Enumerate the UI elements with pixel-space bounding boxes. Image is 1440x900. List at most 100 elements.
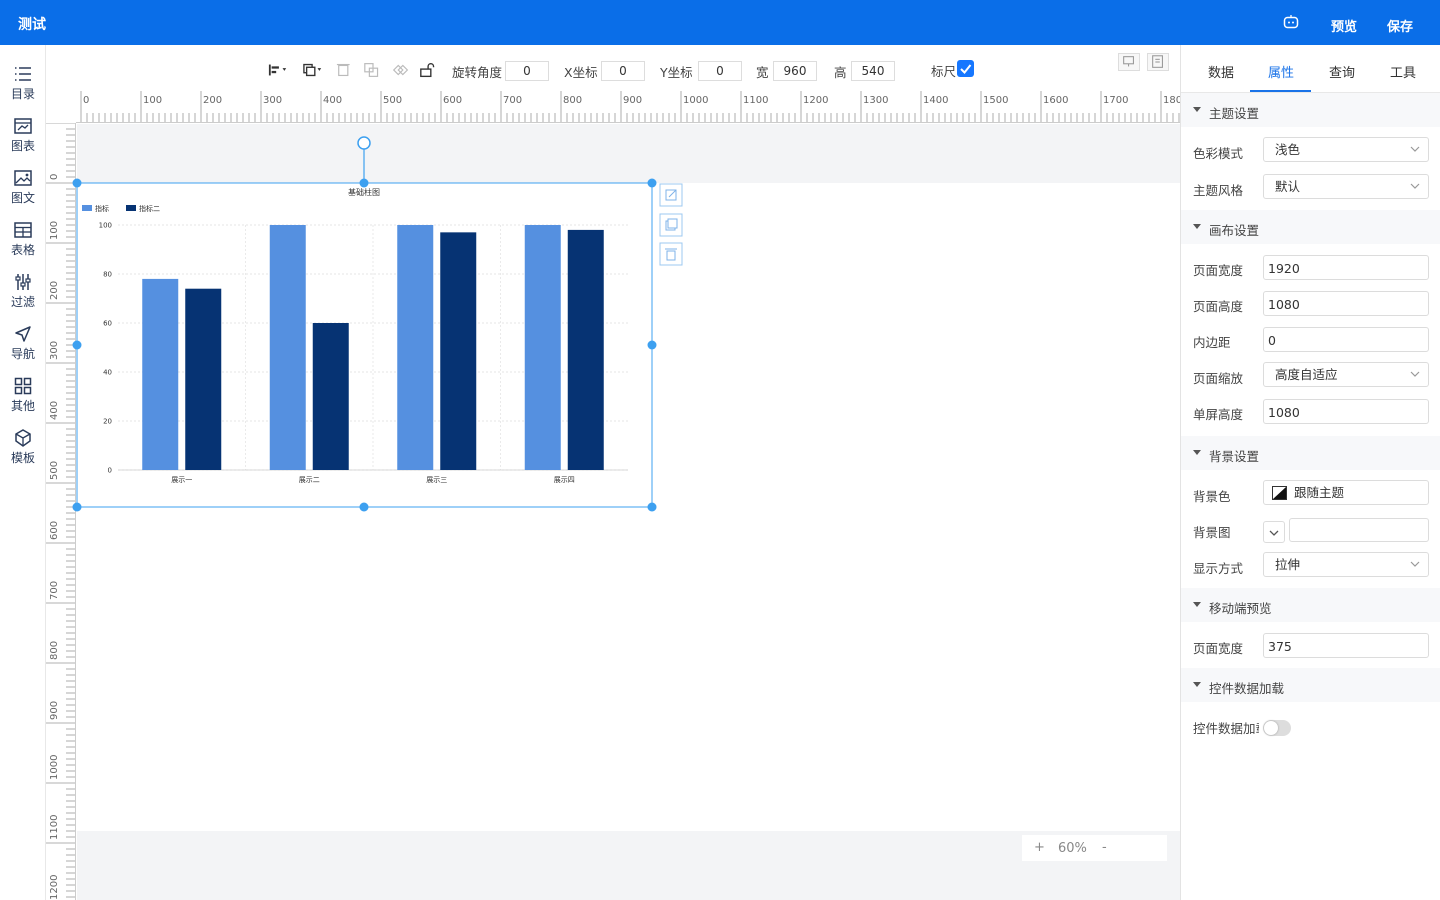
page-toggle-button[interactable] <box>1147 53 1169 71</box>
page-scale-select[interactable]: 高度自适应 <box>1263 362 1429 387</box>
page-width-label: 页面宽度 <box>1193 263 1244 278</box>
section-title: 主题设置 <box>1209 106 1260 121</box>
ruler-label: 1000 <box>49 755 60 780</box>
sidebar-item-label: 表格 <box>10 243 35 257</box>
ruler-label: 600 <box>49 521 60 540</box>
bg-color-label: 背景色 <box>1193 489 1231 504</box>
bg-image-dropdown[interactable] <box>1263 521 1285 543</box>
tab-data[interactable]: 数据 <box>1208 62 1234 81</box>
section-mobile-preview[interactable]: 移动端预览 <box>1181 588 1440 622</box>
filter-icon <box>15 274 31 290</box>
ruler-label: 1400 <box>923 95 948 106</box>
ruler-label: 1600 <box>1043 95 1068 106</box>
section-background[interactable]: 背景设置 <box>1181 436 1440 470</box>
bg-color-value: 跟随主题 <box>1294 485 1345 500</box>
x-input[interactable]: 0 <box>601 61 645 81</box>
layer-icon[interactable] <box>303 62 323 78</box>
sidebar-item-template[interactable]: 模板 <box>0 428 46 476</box>
ruler-label: 600 <box>443 95 462 106</box>
template-icon <box>15 429 31 447</box>
ruler-label: 0 <box>83 95 89 106</box>
group-icon[interactable] <box>363 62 383 78</box>
screen-toggle-button[interactable] <box>1118 53 1140 71</box>
top-bar: 测试 预览 保存 <box>0 0 1440 45</box>
distribute-icon[interactable] <box>336 62 356 78</box>
tab-tools[interactable]: 工具 <box>1390 62 1416 81</box>
section-title: 控件数据加载 <box>1209 681 1285 696</box>
sidebar-item-catalog[interactable]: 目录 <box>0 64 46 112</box>
sidebar-item-label: 导航 <box>10 347 35 361</box>
sidebar-item-other[interactable]: 其他 <box>0 376 46 424</box>
height-input[interactable]: 540 <box>851 61 895 81</box>
ruler-label: 200 <box>49 281 60 300</box>
ungroup-icon[interactable] <box>391 62 411 78</box>
page-icon <box>1152 55 1163 68</box>
left-sidebar: 目录 图表 图文 表格 过滤 导航 其他 模板 <box>0 45 46 900</box>
theme-style-select[interactable]: 默认 <box>1263 174 1429 199</box>
canvas-area[interactable] <box>77 124 1180 900</box>
mobile-width-input[interactable]: 375 <box>1263 633 1429 658</box>
app-title: 测试 <box>18 17 46 33</box>
ruler-label: 800 <box>49 641 60 660</box>
theme-style-value: 默认 <box>1275 179 1301 194</box>
padding-label: 内边距 <box>1193 335 1231 350</box>
save-button[interactable]: 保存 <box>1387 16 1413 35</box>
list-icon <box>15 67 31 81</box>
display-mode-select[interactable]: 拉伸 <box>1263 552 1429 577</box>
sidebar-item-image-text[interactable]: 图文 <box>0 168 46 216</box>
preview-button[interactable]: 预览 <box>1331 16 1357 35</box>
tab-query[interactable]: 查询 <box>1329 62 1355 81</box>
padding-input[interactable]: 0 <box>1263 327 1429 352</box>
section-data-loading[interactable]: 控件数据加载 <box>1181 668 1440 702</box>
y-input[interactable]: 0 <box>698 61 742 81</box>
width-input[interactable]: 960 <box>773 61 817 81</box>
ruler-label: 1500 <box>983 95 1008 106</box>
color-mode-label: 色彩模式 <box>1193 146 1244 161</box>
zoom-control: + 60% - <box>1022 835 1167 861</box>
horizontal-ruler-ticks: 0 100 200 300 400 500 600 700 800 900 1000 1100 1200… <box>80 91 1180 122</box>
data-loading-toggle[interactable] <box>1263 720 1291 736</box>
chevron-down-icon <box>1410 146 1420 152</box>
align-icon[interactable] <box>268 62 288 78</box>
unlock-icon[interactable] <box>419 62 439 78</box>
zoom-in-button[interactable]: + <box>1034 840 1045 855</box>
rotation-input[interactable]: 0 <box>505 61 549 81</box>
collapse-icon <box>1193 682 1201 687</box>
collapse-icon <box>1193 224 1201 229</box>
bg-image-input[interactable] <box>1289 518 1429 542</box>
sidebar-item-chart[interactable]: 图表 <box>0 116 46 164</box>
section-title: 背景设置 <box>1209 449 1260 464</box>
color-mode-select[interactable]: 浅色 <box>1263 137 1429 162</box>
ruler-label: 1200 <box>49 875 60 900</box>
sidebar-item-filter[interactable]: 过滤 <box>0 272 46 320</box>
ruler-label: 1000 <box>683 95 708 106</box>
bg-color-picker[interactable]: 跟随主题 <box>1263 480 1429 505</box>
ruler-label: 700 <box>503 95 522 106</box>
robot-icon[interactable] <box>1283 15 1299 29</box>
zoom-out-button[interactable]: - <box>1102 840 1107 855</box>
sidebar-item-navigation[interactable]: 导航 <box>0 324 46 372</box>
tab-properties[interactable]: 属性 <box>1268 62 1294 81</box>
page-height-input[interactable]: 1080 <box>1263 291 1429 316</box>
sidebar-item-table[interactable]: 表格 <box>0 220 46 268</box>
ruler-label: 1800 <box>1163 95 1180 106</box>
ruler-corner <box>46 91 76 123</box>
chevron-down-icon <box>1410 371 1420 377</box>
collapse-icon <box>1193 602 1201 607</box>
section-title: 移动端预览 <box>1209 601 1272 616</box>
chart-icon <box>14 118 32 134</box>
ruler-label: 300 <box>49 341 60 360</box>
ruler-label: 0 <box>49 174 60 180</box>
x-label: X坐标 <box>564 65 598 80</box>
screen-height-input[interactable]: 1080 <box>1263 399 1429 424</box>
page-scale-label: 页面缩放 <box>1193 371 1244 386</box>
check-icon <box>960 64 972 74</box>
canvas-page[interactable] <box>77 183 1180 831</box>
section-title: 画布设置 <box>1209 223 1260 238</box>
section-canvas[interactable]: 画布设置 <box>1181 210 1440 244</box>
page-width-input[interactable]: 1920 <box>1263 255 1429 280</box>
ruler-label: 900 <box>623 95 642 106</box>
section-theme[interactable]: 主题设置 <box>1181 93 1440 127</box>
chevron-down-icon <box>1410 561 1420 567</box>
ruler-checkbox[interactable] <box>957 60 974 77</box>
